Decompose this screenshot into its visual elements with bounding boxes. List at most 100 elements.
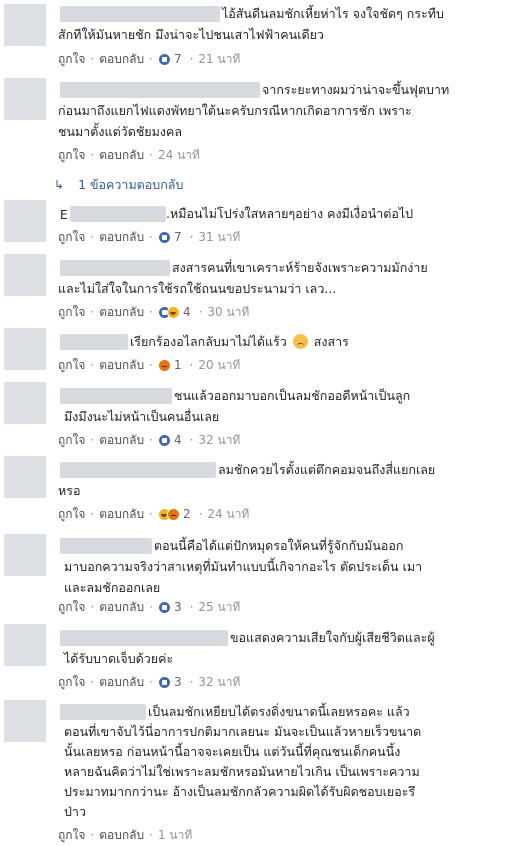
- timestamp[interactable]: 1 นาที: [158, 826, 192, 845]
- like-link[interactable]: ถูกใจ: [58, 146, 85, 165]
- like-reaction-icon: [157, 675, 171, 689]
- like-link[interactable]: ถูกใจ: [58, 303, 85, 322]
- reply-link[interactable]: ตอบกลับ: [99, 228, 144, 247]
- redacted-username[interactable]: [60, 462, 216, 478]
- reply-link[interactable]: ตอบกลับ: [99, 505, 144, 524]
- reply-link[interactable]: ตอบกลับ: [99, 356, 144, 375]
- like-link[interactable]: ถูกใจ: [58, 228, 85, 247]
- comment: ไอ้สันดีนลมชักเหี้ยห่าไร จงใจชัดๆ กระทืบ…: [0, 0, 520, 72]
- comment-actions: ถูกใจ · ตอบกลับ · 1 · 20 นาที: [58, 356, 240, 374]
- redacted-username[interactable]: [60, 260, 170, 276]
- like-link[interactable]: ถูกใจ: [58, 505, 85, 524]
- comment-actions: ถูกใจ · ตอบกลับ · 4 · 32 นาที: [58, 431, 240, 449]
- avatar[interactable]: [4, 78, 46, 120]
- comment-text: เป็นลมชักเหยียบได้ตรงดิ่งขนาดนี้เลยหรอคะ…: [148, 704, 410, 719]
- avatar[interactable]: [4, 254, 46, 296]
- timestamp[interactable]: 24 นาที: [207, 505, 249, 524]
- timestamp[interactable]: 21 นาที: [198, 50, 240, 69]
- timestamp[interactable]: 31 นาที: [198, 228, 240, 247]
- reaction-count: 7: [173, 52, 182, 66]
- reaction-summary[interactable]: 3: [157, 600, 182, 614]
- reaction-summary[interactable]: 7: [157, 52, 182, 66]
- like-link[interactable]: ถูกใจ: [58, 598, 85, 617]
- comment-actions: ถูกใจ · ตอบกลับ · 2 · 24 นาที: [58, 505, 249, 523]
- comment-text: .หมือนไม่โปร่งใสหลายๆอย่าง คงมีเงื่อนำต่…: [166, 206, 414, 221]
- reply-link[interactable]: ตอบกลับ: [99, 826, 144, 845]
- redacted-username[interactable]: [60, 538, 152, 554]
- like-link[interactable]: ถูกใจ: [58, 826, 85, 845]
- redacted-username[interactable]: [60, 388, 172, 404]
- timestamp[interactable]: 30 นาที: [207, 303, 249, 322]
- timestamp[interactable]: 32 นาที: [198, 431, 240, 450]
- timestamp[interactable]: 25 นาที: [198, 598, 240, 617]
- reply-link[interactable]: ตอบกลับ: [99, 673, 144, 692]
- comment-actions: ถูกใจ · ตอบกลับ · 4 · 30 นาที: [58, 303, 249, 321]
- reaction-summary[interactable]: 2: [157, 507, 191, 521]
- reaction-count: 3: [173, 675, 182, 689]
- view-replies-link[interactable]: ↳ 1 ข้อความตอบกลับ: [54, 175, 183, 195]
- redacted-username[interactable]: [60, 334, 128, 350]
- reaction-summary[interactable]: 3: [157, 675, 182, 689]
- reaction-count: 1: [173, 358, 182, 372]
- avatar[interactable]: [4, 700, 46, 742]
- reaction-summary[interactable]: 4: [157, 305, 191, 319]
- comment: จากระยะทางผมว่าน่าจะขึ้นฟุตบาท ก่อนมาถึง…: [0, 72, 520, 172]
- redacted-username[interactable]: [70, 206, 166, 222]
- replies-count-label: 1 ข้อความตอบกลับ: [78, 177, 184, 192]
- reaction-summary[interactable]: 4: [157, 433, 182, 447]
- comment: E .หมือนไม่โปร่งใสหลายๆอย่าง คงมีเงื่อนำ…: [0, 198, 520, 248]
- reply-link[interactable]: ตอบกลับ: [99, 50, 144, 69]
- redacted-username[interactable]: [60, 6, 220, 22]
- comment-text: จากระยะทางผมว่าน่าจะขึ้นฟุตบาท: [262, 82, 450, 97]
- like-link[interactable]: ถูกใจ: [58, 50, 85, 69]
- reaction-count: 3: [173, 600, 182, 614]
- comment: ลมชักควยไรตั้งแต่ตึกคอมจนถึงสี่แยกเลย หร…: [0, 454, 520, 526]
- like-reaction-icon: [157, 230, 171, 244]
- avatar[interactable]: [4, 624, 46, 666]
- comment-text: หรอ: [58, 483, 81, 498]
- avatar[interactable]: [4, 4, 46, 46]
- reaction-summary[interactable]: 7: [157, 230, 182, 244]
- comment-text: ชนแล้วออกมาบอกเป็นลมชักออดีหน้าเป็นลูก: [174, 388, 411, 403]
- reply-link[interactable]: ตอบกลับ: [99, 303, 144, 322]
- comment-text: ขอแสดงความเสียใจกับผู้เสียชีวิตและผู้: [230, 630, 435, 645]
- reaction-summary[interactable]: 1: [157, 358, 182, 372]
- comment-text: มึงมึงนะไม่หน้าเป็นคนอื่นเลย: [64, 409, 220, 424]
- avatar[interactable]: [4, 456, 46, 498]
- redacted-username[interactable]: [60, 82, 260, 98]
- redacted-username[interactable]: [60, 704, 146, 720]
- comment-text: ตอนนี้คือได้แต่ปักหมุดรอให้คนที่รู้จักกั…: [154, 538, 404, 553]
- reply-link[interactable]: ตอบกลับ: [99, 598, 144, 617]
- comment-actions: ถูกใจ · ตอบกลับ · 1 นาที: [58, 826, 192, 844]
- comment-actions: ถูกใจ · ตอบกลับ · 7 · 21 นาที: [58, 50, 240, 68]
- username-initial[interactable]: E: [60, 208, 68, 222]
- avatar[interactable]: [4, 382, 46, 424]
- comment-text: ป่าว: [64, 804, 86, 819]
- reaction-count: 2: [182, 507, 191, 521]
- reply-link[interactable]: ตอบกลับ: [99, 431, 144, 450]
- comment-text: มาบอกความจริงว่าสาเหตุที่มันทำแบบนี้เกิจ…: [64, 559, 423, 574]
- reply-link[interactable]: ตอบกลับ: [99, 146, 144, 165]
- avatar[interactable]: [4, 328, 46, 370]
- comment: สงสารคนที่เขาเคราะห์ร้ายจังเพราะความมักง…: [0, 252, 520, 324]
- comment-text: และไม่ใส่ใจในการใช้รถใช้ถนนขอประนามว่า เ…: [58, 281, 337, 296]
- like-link[interactable]: ถูกใจ: [58, 431, 85, 450]
- timestamp[interactable]: 24 นาที: [158, 146, 200, 165]
- timestamp[interactable]: 32 นาที: [198, 673, 240, 692]
- avatar[interactable]: [4, 534, 46, 576]
- comment-text: สักทีให้มันหายชัก มึงน่าจะไปชนเสาไฟฟ้าคน…: [58, 27, 324, 42]
- like-reaction-icon: [157, 600, 171, 614]
- comment-text: ชนมาตั้งแต่วัดชัยมงคล: [58, 124, 182, 139]
- like-reaction-icon: [157, 52, 171, 66]
- comment-text: ประมาทมากกว่านะ อ้างเป็นลมชักกลัวความผิด…: [64, 784, 416, 799]
- reaction-count: 4: [182, 305, 191, 319]
- timestamp[interactable]: 20 นาที: [198, 356, 240, 375]
- like-reaction-icon: [157, 433, 171, 447]
- redacted-username[interactable]: [60, 630, 228, 646]
- comment-text: หลายฉันคิดว่าไม่ใช่เพราะลมชักหรอมันหายไว…: [64, 764, 420, 779]
- comment: ขอแสดงความเสียใจกับผู้เสียชีวิตและผู้ ได…: [0, 622, 520, 694]
- comment: ชนแล้วออกมาบอกเป็นลมชักออดีหน้าเป็นลูก ม…: [0, 380, 520, 452]
- like-link[interactable]: ถูกใจ: [58, 673, 85, 692]
- avatar[interactable]: [4, 200, 46, 242]
- like-link[interactable]: ถูกใจ: [58, 356, 85, 375]
